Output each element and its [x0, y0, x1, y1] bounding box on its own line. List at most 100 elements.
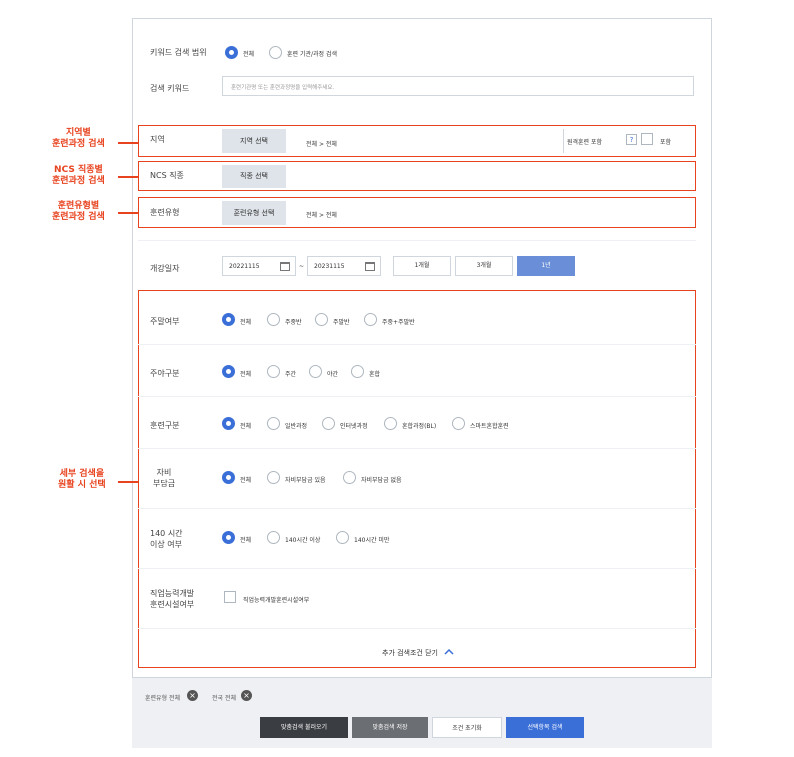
annotation-detail-line: [118, 481, 138, 483]
training-type-label: 훈련유형: [150, 208, 180, 217]
facility-checkbox-label: 직업능력개발훈련시설여부: [243, 597, 310, 604]
weekend-radio-weekend[interactable]: [315, 313, 328, 326]
start-date-from-input[interactable]: 20221115: [222, 256, 296, 276]
ncs-label: NCS 직종: [150, 171, 184, 180]
course-kind-radio-smart[interactable]: [452, 417, 465, 430]
annotation-type: 훈련유형별 훈련과정 검색: [52, 201, 105, 222]
daynight-option-label: 혼합: [369, 371, 381, 378]
course-kind-option-label: 전체: [240, 423, 252, 430]
course-kind-option-label: 인터넷과정: [340, 423, 368, 430]
daynight-option-label: 전체: [240, 371, 252, 378]
weekend-option-label: 주중반: [285, 319, 302, 326]
remote-include-label: 포함: [660, 139, 672, 146]
hours140-option-label: 전체: [240, 537, 252, 544]
annotation-ncs: NCS 직종별 훈련과정 검색: [52, 165, 105, 186]
calendar-icon[interactable]: [280, 262, 290, 271]
remove-chip-icon[interactable]: ×: [187, 690, 198, 701]
row-divider: [138, 568, 696, 569]
weekend-radio-both[interactable]: [364, 313, 377, 326]
daynight-radio-night[interactable]: [309, 365, 322, 378]
hours140-radio-all[interactable]: [222, 531, 235, 544]
row-divider: [138, 628, 696, 629]
keyword-scope-radio-institution[interactable]: [269, 46, 282, 59]
region-value: 전체 > 전체: [306, 141, 337, 148]
chevron-up-icon: [444, 648, 454, 655]
keyword-input[interactable]: 훈련기관명 또는 훈련과정명을 입력해주세요.: [222, 76, 694, 96]
hours140-label: 140 시간 이상 여부: [150, 529, 183, 549]
self-pay-option-label: 자비부담금 없음: [361, 477, 402, 484]
annotation-detail: 세부 검색을 원활 시 선택: [58, 469, 106, 490]
region-divider: [563, 129, 564, 153]
hours140-option-label: 140시간 이상: [285, 537, 321, 544]
row-divider: [138, 448, 696, 449]
section-divider: [138, 240, 696, 241]
course-kind-option-label: 혼합과정(BL): [402, 423, 437, 430]
course-kind-radio-all[interactable]: [222, 417, 235, 430]
hours140-radio-under[interactable]: [336, 531, 349, 544]
calendar-icon[interactable]: [365, 262, 375, 271]
hours140-radio-over[interactable]: [267, 531, 280, 544]
self-pay-option-label: 전체: [240, 477, 252, 484]
period-3-month-button[interactable]: 3개월: [455, 256, 513, 276]
self-pay-radio-no[interactable]: [343, 471, 356, 484]
self-pay-radio-all[interactable]: [222, 471, 235, 484]
ncs-select-button[interactable]: 직종 선택: [222, 165, 286, 188]
weekend-radio-weekday[interactable]: [267, 313, 280, 326]
self-pay-option-label: 자비부담금 있음: [285, 477, 326, 484]
training-type-select-button[interactable]: 훈련유형 선택: [222, 201, 286, 225]
keyword-scope-institution-label: 훈련 기관/과정 검색: [287, 51, 337, 58]
remote-training-label: 원격훈련 포함: [567, 139, 603, 146]
load-custom-search-button[interactable]: 맞춤검색 불러오기: [260, 717, 348, 738]
annotation-type-line: [118, 212, 138, 214]
hours140-option-label: 140시간 미만: [354, 537, 390, 544]
close-more-conditions-button[interactable]: 추가 검색조건 닫기: [382, 648, 454, 658]
search-selected-button[interactable]: 선택항목 검색: [506, 717, 584, 738]
weekend-option-label: 전체: [240, 319, 252, 326]
keyword-placeholder: 훈련기관명 또는 훈련과정명을 입력해주세요.: [231, 85, 335, 91]
daynight-label: 주야구분: [150, 369, 180, 378]
chip-training-type: 훈련유형 전체: [145, 695, 181, 702]
start-date-label: 개강일자: [150, 264, 180, 273]
start-date-to-input[interactable]: 20231115: [307, 256, 381, 276]
course-kind-option-label: 스마트혼합훈련: [470, 423, 509, 430]
remote-include-checkbox[interactable]: [641, 133, 653, 145]
facility-checkbox[interactable]: [224, 591, 236, 603]
annotation-ncs-line: [118, 176, 138, 178]
facility-label: 직업능력개발 훈련시설여부: [150, 589, 195, 609]
weekend-radio-all[interactable]: [222, 313, 235, 326]
region-select-button[interactable]: 지역 선택: [222, 129, 286, 153]
keyword-scope-radio-all[interactable]: [225, 46, 238, 59]
reset-conditions-button[interactable]: 조건 초기화: [432, 717, 502, 738]
row-divider: [138, 396, 696, 397]
date-range-tilde: ~: [299, 263, 305, 270]
course-kind-option-label: 일반과정: [285, 423, 308, 430]
course-kind-radio-internet[interactable]: [322, 417, 335, 430]
course-kind-radio-blended[interactable]: [384, 417, 397, 430]
daynight-radio-day[interactable]: [267, 365, 280, 378]
region-label: 지역: [150, 135, 165, 144]
weekend-label: 주말여부: [150, 317, 180, 326]
self-pay-label: 자비 부담금: [153, 468, 176, 488]
close-more-label: 추가 검색조건 닫기: [382, 649, 438, 657]
daynight-option-label: 야간: [327, 371, 339, 378]
annotation-region-line: [118, 142, 138, 144]
chip-region: 전국 전체: [212, 695, 236, 702]
course-kind-label: 훈련구분: [150, 421, 180, 430]
period-1-month-button[interactable]: 1개월: [393, 256, 451, 276]
period-1-year-button[interactable]: 1년: [517, 256, 575, 276]
save-custom-search-button[interactable]: 맞춤검색 저장: [352, 717, 428, 738]
keyword-scope-all-label: 전체: [243, 51, 255, 58]
keyword-scope-label: 키워드 검색 범위: [150, 48, 207, 57]
training-type-value: 전체 > 전체: [306, 212, 337, 219]
weekend-option-label: 주말반: [333, 319, 350, 326]
daynight-radio-all[interactable]: [222, 365, 235, 378]
help-icon[interactable]: ?: [626, 134, 637, 145]
row-divider: [138, 508, 696, 509]
daynight-radio-mixed[interactable]: [351, 365, 364, 378]
course-kind-radio-general[interactable]: [267, 417, 280, 430]
annotation-region: 지역별 훈련과정 검색: [52, 128, 105, 149]
daynight-option-label: 주간: [285, 371, 297, 378]
self-pay-radio-yes[interactable]: [267, 471, 280, 484]
remove-chip-icon[interactable]: ×: [241, 690, 252, 701]
weekend-option-label: 주중+주말반: [382, 319, 415, 326]
